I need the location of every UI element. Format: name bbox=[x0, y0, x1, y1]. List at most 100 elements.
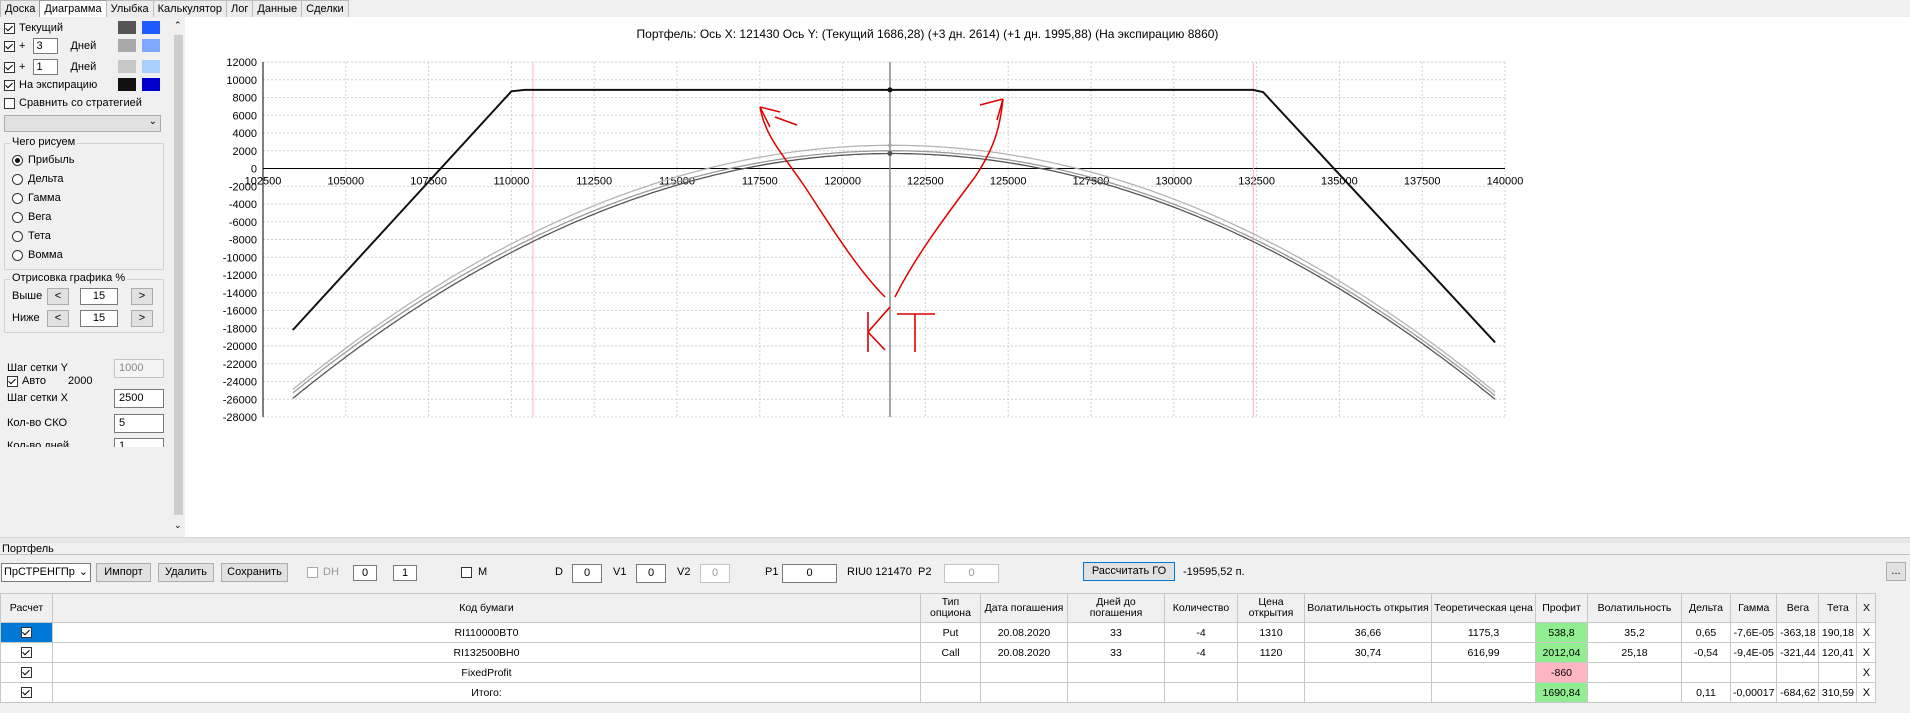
table-cell[interactable]: 20.08.2020 bbox=[980, 622, 1068, 643]
radio-profit[interactable]: Прибыль bbox=[12, 151, 75, 169]
plus3-color-swatch-2[interactable] bbox=[142, 39, 160, 52]
calc-checkbox-cell[interactable] bbox=[0, 682, 53, 703]
table-cell[interactable]: 538,8 bbox=[1535, 622, 1588, 643]
radio-profit-indicator[interactable] bbox=[12, 154, 23, 166]
table-cell[interactable]: 2012,04 bbox=[1535, 642, 1588, 663]
table-cell[interactable] bbox=[1164, 662, 1238, 683]
dh-stepper-2[interactable]: 1 bbox=[393, 565, 417, 581]
table-cell[interactable] bbox=[1729, 662, 1778, 683]
col-gamma[interactable]: Гамма bbox=[1729, 593, 1778, 623]
above-value[interactable]: 15 bbox=[80, 288, 118, 305]
col-date[interactable]: Дата погашения bbox=[980, 593, 1068, 623]
table-cell[interactable]: FixedProfit bbox=[52, 662, 921, 683]
gridy-input[interactable]: 1000 bbox=[114, 359, 164, 378]
m-checkbox[interactable] bbox=[461, 567, 472, 578]
calc-checkbox[interactable] bbox=[21, 667, 32, 679]
table-cell[interactable]: 0,11 bbox=[1681, 682, 1731, 703]
v1-input[interactable]: 0 bbox=[636, 564, 666, 583]
col-qty[interactable]: Количество bbox=[1164, 593, 1238, 623]
radio-theta-indicator[interactable] bbox=[12, 230, 23, 242]
table-cell[interactable]: 35,2 bbox=[1587, 622, 1682, 643]
table-cell[interactable]: Call bbox=[920, 642, 981, 663]
table-cell[interactable]: 120,41 bbox=[1818, 642, 1858, 663]
days-count-input[interactable]: 1 bbox=[114, 438, 164, 447]
table-cell[interactable] bbox=[1587, 662, 1682, 683]
table-cell[interactable] bbox=[1776, 662, 1820, 683]
plus3-checkbox[interactable] bbox=[4, 40, 15, 52]
save-button[interactable]: Сохранить bbox=[221, 563, 288, 582]
tab-log[interactable]: Лог bbox=[226, 0, 254, 17]
radio-theta[interactable]: Тета bbox=[12, 227, 51, 245]
table-cell[interactable]: 25,18 bbox=[1587, 642, 1682, 663]
dh-checkbox[interactable] bbox=[307, 567, 318, 578]
d-input[interactable]: 0 bbox=[572, 564, 602, 583]
radio-vomma[interactable]: Вомма bbox=[12, 246, 63, 264]
expiry-color-swatch-2[interactable] bbox=[142, 78, 160, 91]
table-cell[interactable] bbox=[1304, 662, 1432, 683]
col-days[interactable]: Дней до погашения bbox=[1067, 593, 1165, 623]
below-increase-button[interactable]: > bbox=[131, 310, 153, 327]
table-cell[interactable] bbox=[1587, 682, 1682, 703]
table-cell[interactable]: -860 bbox=[1535, 662, 1588, 683]
col-calc[interactable]: Расчет bbox=[0, 593, 53, 623]
table-cell[interactable]: -0,00017 bbox=[1729, 682, 1778, 703]
table-cell[interactable]: 30,74 bbox=[1304, 642, 1432, 663]
table-cell[interactable] bbox=[1067, 662, 1165, 683]
table-cell[interactable] bbox=[980, 682, 1068, 703]
left-panel-scrollbar[interactable]: ⌃ ⌄ bbox=[172, 17, 185, 537]
table-cell[interactable]: RI132500BH0 bbox=[52, 642, 921, 663]
radio-delta[interactable]: Дельта bbox=[12, 170, 64, 188]
gridx-input[interactable]: 2500 bbox=[114, 389, 164, 408]
table-cell[interactable] bbox=[1431, 682, 1536, 703]
table-cell[interactable]: -4 bbox=[1164, 622, 1238, 643]
below-decrease-button[interactable]: < bbox=[47, 310, 69, 327]
table-cell[interactable] bbox=[1304, 682, 1432, 703]
col-vol[interactable]: Волатильность bbox=[1587, 593, 1682, 623]
calculate-go-button[interactable]: Рассчитать ГО bbox=[1083, 562, 1175, 581]
table-cell[interactable]: -7,6E-05 bbox=[1729, 622, 1778, 643]
import-button[interactable]: Импорт bbox=[96, 563, 151, 582]
remove-row-button[interactable]: X bbox=[1856, 642, 1877, 663]
table-cell[interactable] bbox=[1681, 662, 1731, 683]
plus1-color-swatch-2[interactable] bbox=[142, 60, 160, 73]
plus3-color-swatch[interactable] bbox=[118, 39, 136, 52]
table-cell[interactable]: 1690,84 bbox=[1535, 682, 1588, 703]
col-x[interactable]: X bbox=[1856, 593, 1877, 623]
calc-checkbox[interactable] bbox=[21, 647, 32, 659]
remove-row-button[interactable]: X bbox=[1856, 662, 1877, 683]
table-cell[interactable]: 33 bbox=[1067, 642, 1165, 663]
auto-checkbox[interactable] bbox=[7, 375, 18, 387]
table-cell[interactable] bbox=[920, 662, 981, 683]
scroll-up-icon[interactable]: ⌃ bbox=[174, 20, 182, 31]
col-open-price[interactable]: Цена открытия bbox=[1237, 593, 1305, 623]
col-delta[interactable]: Дельта bbox=[1681, 593, 1731, 623]
strategy-select[interactable]: ПрСТРЕНГПр ⌄ bbox=[1, 563, 91, 582]
tab-deals[interactable]: Сделки bbox=[301, 0, 349, 17]
current-checkbox[interactable] bbox=[4, 22, 15, 34]
table-cell[interactable]: -4 bbox=[1164, 642, 1238, 663]
table-row[interactable]: FixedProfit -860 X bbox=[0, 662, 1877, 683]
table-cell[interactable]: RI110000BT0 bbox=[52, 622, 921, 643]
table-cell[interactable]: 616,99 bbox=[1431, 642, 1536, 663]
strategy-dropdown[interactable]: ⌄ bbox=[4, 115, 161, 132]
plus1-color-swatch[interactable] bbox=[118, 60, 136, 73]
tab-diagram[interactable]: Диаграмма bbox=[39, 0, 107, 17]
compare-checkbox[interactable] bbox=[4, 97, 15, 109]
radio-delta-indicator[interactable] bbox=[12, 173, 23, 185]
tab-data[interactable]: Данные bbox=[252, 0, 303, 17]
table-cell[interactable]: -0,54 bbox=[1681, 642, 1731, 663]
above-decrease-button[interactable]: < bbox=[47, 288, 69, 305]
plus1-checkbox[interactable] bbox=[4, 61, 15, 73]
calc-checkbox[interactable] bbox=[21, 627, 32, 639]
table-cell[interactable]: 1120 bbox=[1237, 642, 1305, 663]
remove-row-button[interactable]: X bbox=[1856, 622, 1877, 643]
table-cell[interactable] bbox=[1237, 662, 1305, 683]
below-value[interactable]: 15 bbox=[80, 310, 118, 327]
tab-board[interactable]: Доска bbox=[0, 0, 41, 17]
col-theor-price[interactable]: Теоретическая цена bbox=[1431, 593, 1536, 623]
table-cell[interactable] bbox=[1818, 662, 1858, 683]
p2-input[interactable]: 0 bbox=[944, 564, 999, 583]
table-cell[interactable] bbox=[1237, 682, 1305, 703]
radio-vega[interactable]: Вега bbox=[12, 208, 51, 226]
days-input-2[interactable]: 1 bbox=[33, 59, 59, 75]
